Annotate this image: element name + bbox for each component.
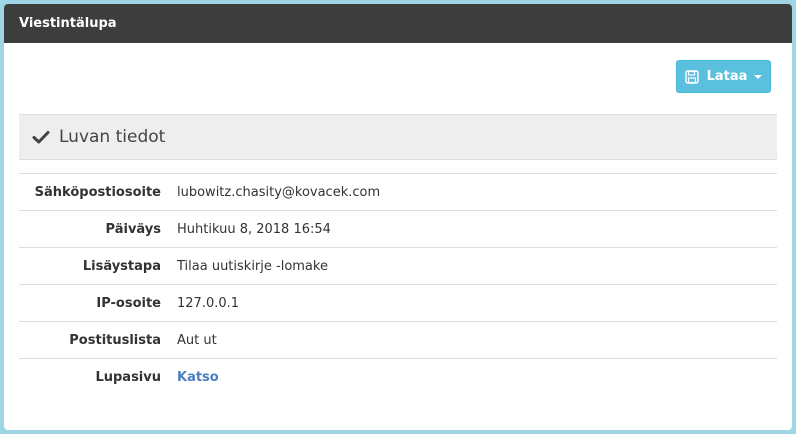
row-value: lubowitz.chasity@kovacek.com bbox=[177, 173, 777, 211]
row-value: 127.0.0.1 bbox=[177, 284, 777, 322]
table-row: Lupasivu Katso bbox=[19, 358, 777, 395]
details-table: Sähköpostiosoite lubowitz.chasity@kovace… bbox=[19, 173, 777, 395]
row-label: Sähköpostiosoite bbox=[19, 173, 177, 211]
caret-down-icon bbox=[754, 74, 763, 79]
window-title: Viestintälupa bbox=[4, 4, 792, 43]
row-label: Lisäystapa bbox=[19, 247, 177, 285]
download-button-label: Lataa bbox=[706, 69, 748, 84]
row-value: Tilaa uutiskirje -lomake bbox=[177, 247, 777, 285]
download-dropdown-button[interactable]: Lataa bbox=[676, 60, 771, 93]
row-label: Lupasivu bbox=[19, 358, 177, 395]
table-row: Sähköpostiosoite lubowitz.chasity@kovace… bbox=[19, 173, 777, 211]
consent-page-link[interactable]: Katso bbox=[177, 370, 219, 385]
row-label: IP-osoite bbox=[19, 284, 177, 322]
panel-header: Luvan tiedot bbox=[19, 114, 777, 160]
panel-title: Luvan tiedot bbox=[59, 127, 166, 147]
row-value: Katso bbox=[177, 358, 777, 395]
floppy-disk-icon bbox=[684, 69, 699, 84]
row-label: Päiväys bbox=[19, 210, 177, 248]
row-label: Postituslista bbox=[19, 321, 177, 359]
row-value: Huhtikuu 8, 2018 16:54 bbox=[177, 210, 777, 248]
table-row: IP-osoite 127.0.0.1 bbox=[19, 284, 777, 322]
table-row: Lisäystapa Tilaa uutiskirje -lomake bbox=[19, 247, 777, 285]
modal-window: Viestintälupa Lataa Luvan tiedot Sähköpo… bbox=[4, 4, 792, 430]
table-row: Postituslista Aut ut bbox=[19, 321, 777, 359]
table-row: Päiväys Huhtikuu 8, 2018 16:54 bbox=[19, 210, 777, 248]
row-value: Aut ut bbox=[177, 321, 777, 359]
checkmark-icon bbox=[32, 128, 50, 146]
